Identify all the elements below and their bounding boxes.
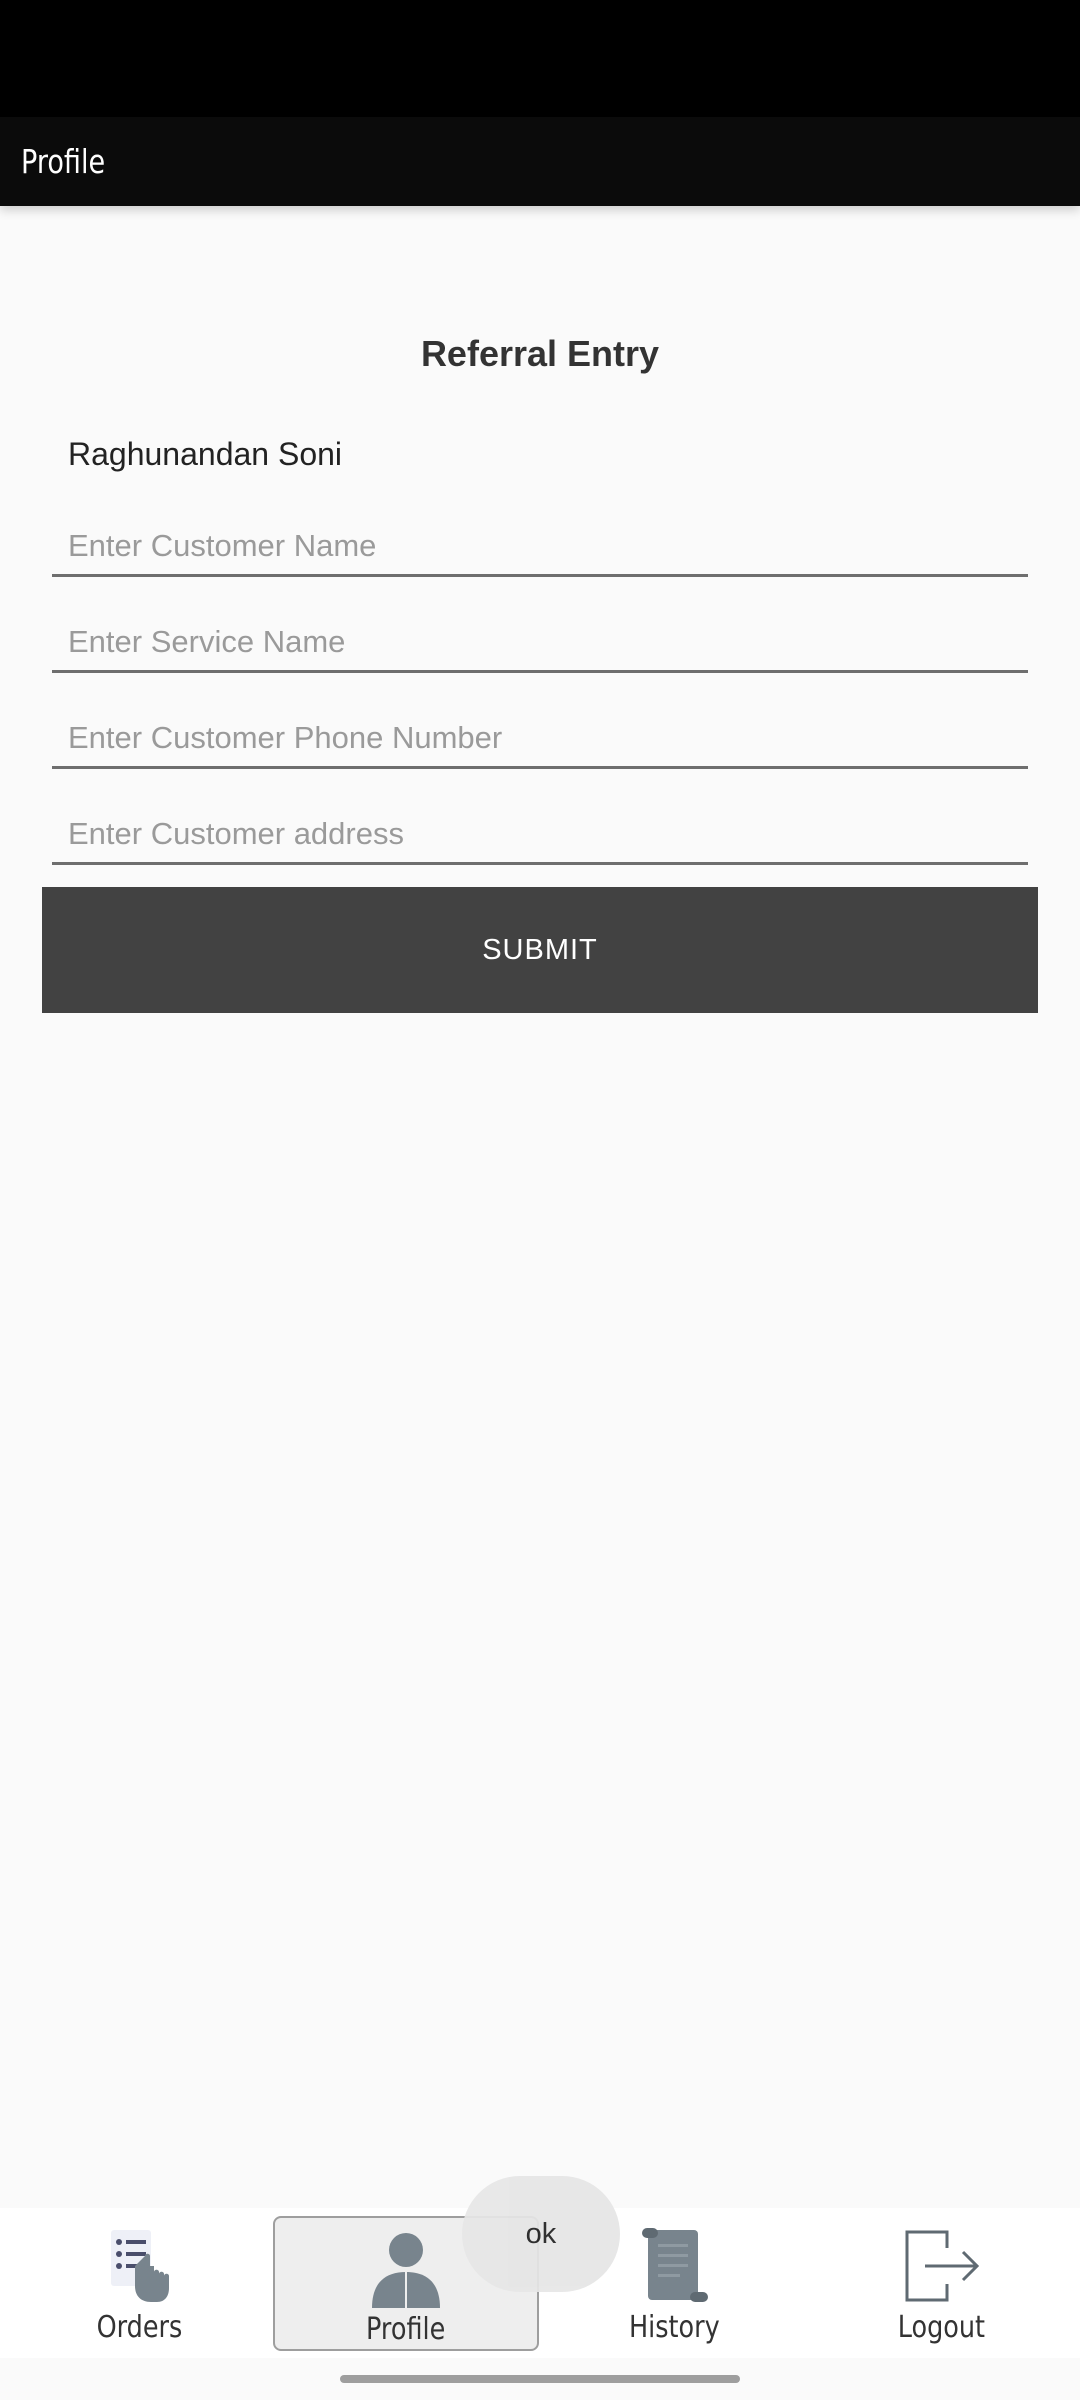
logout-icon: [905, 2230, 980, 2302]
person-icon: [372, 2233, 440, 2308]
user-name: Raghunandan Soni: [68, 436, 343, 472]
scroll-icon: [642, 2228, 708, 2302]
nav-label-history: History: [628, 2310, 720, 2345]
nav-item-orders[interactable]: Orders: [6, 2216, 272, 2351]
customer-name-input[interactable]: [52, 517, 1028, 574]
status-bar: [0, 0, 1080, 117]
nav-label-logout: Logout: [897, 2310, 985, 2345]
form-title: Referral Entry: [420, 333, 660, 374]
app-bar-title: Profile: [21, 142, 106, 181]
customer-name-field: [52, 517, 1028, 577]
customer-address-input[interactable]: [52, 805, 1028, 862]
customer-phone-field: [52, 709, 1028, 769]
service-name-input[interactable]: [52, 613, 1028, 670]
orders-list-icon: [111, 2230, 169, 2302]
customer-address-field: [52, 805, 1028, 865]
nav-label-orders: Orders: [96, 2310, 182, 2345]
submit-button[interactable]: SUBMIT: [42, 887, 1038, 1013]
home-indicator[interactable]: [340, 2375, 740, 2383]
service-name-field: [52, 613, 1028, 673]
nav-item-logout[interactable]: Logout: [808, 2216, 1074, 2351]
app-bar: Profile: [0, 117, 1080, 206]
nav-label-profile: Profile: [366, 2312, 446, 2347]
toast-message: ok: [462, 2176, 620, 2292]
customer-phone-input[interactable]: [52, 709, 1028, 766]
